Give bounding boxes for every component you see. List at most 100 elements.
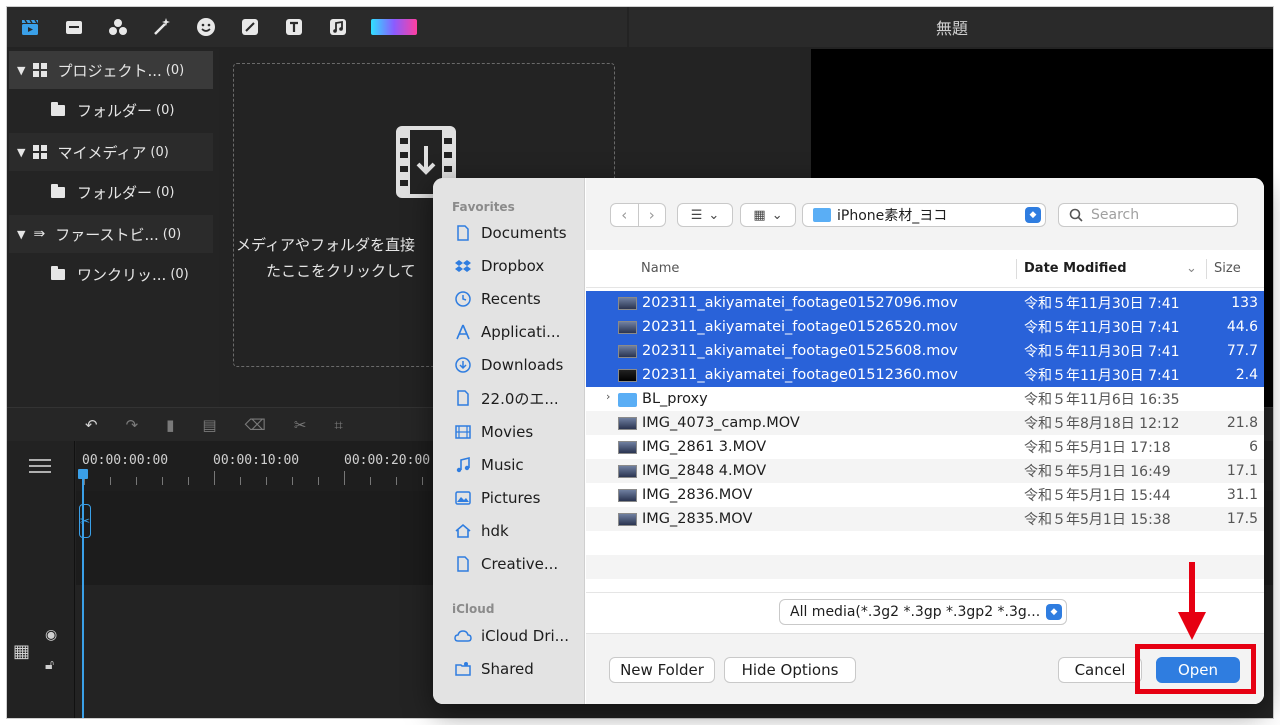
library-item-folder[interactable]: フォルダー (0) (9, 91, 213, 129)
cut-icon[interactable]: ✂ (294, 416, 307, 434)
video-thumbnail-icon (618, 369, 637, 382)
trash-icon[interactable]: ⌫ (245, 416, 266, 434)
hide-options-button[interactable]: Hide Options (724, 657, 856, 683)
sticker-icon[interactable] (195, 16, 217, 38)
column-date-modified[interactable]: Date Modified (1024, 261, 1127, 276)
back-icon[interactable]: ‹ (611, 206, 638, 224)
redo-icon[interactable]: ↷ (126, 416, 139, 434)
forward-icon[interactable]: › (638, 206, 665, 224)
file-row[interactable]: IMG_2848 4.MOV 令和５年5月1日 16:49 17.1 (586, 459, 1264, 483)
file-list-header: Name Date Modified ⌄ Size (586, 250, 1264, 288)
arrow-icon: ⇛ (33, 226, 46, 242)
folder-row[interactable]: › BL_proxy 令和５年11月6日 16:35 (586, 387, 1264, 411)
file-row[interactable]: IMG_2835.MOV 令和５年5月1日 15:38 17.5 (586, 507, 1264, 531)
undo-icon[interactable]: ↶ (85, 416, 98, 434)
file-name: IMG_2861 3.MOV (642, 439, 767, 455)
sidebar-item-home[interactable]: hdk (453, 518, 509, 544)
file-type-filter[interactable]: All media(*.3g2 *.3gp *.3gp2 *.3g... ◆ (779, 599, 1067, 625)
library-item-folder[interactable]: フォルダー (0) (9, 173, 213, 211)
sidebar-item-label: Shared (481, 660, 534, 678)
sidebar-item-label: Music (481, 456, 524, 474)
sidebar-item-label: Documents (481, 224, 567, 242)
expand-caret-icon[interactable]: ▼ (17, 146, 25, 159)
lock-icon[interactable]: 🔓︎ (45, 657, 54, 673)
playhead-handle[interactable] (78, 469, 88, 479)
library-item-label: フォルダー (77, 183, 153, 202)
crop-icon[interactable]: ⌗ (334, 416, 342, 434)
clock-icon (453, 289, 473, 309)
file-row[interactable]: 202311_akiyamatei_footage01525608.mov 令和… (586, 339, 1264, 363)
file-date: 令和５年5月1日 16:49 (1024, 464, 1171, 480)
column-name[interactable]: Name (641, 261, 679, 276)
list-view-button[interactable]: ☰ ⌄ (677, 203, 733, 227)
sort-chevron-icon[interactable]: ⌄ (1186, 261, 1197, 276)
file-row[interactable]: IMG_2836.MOV 令和５年5月1日 15:44 31.1 (586, 483, 1264, 507)
copy-icon[interactable]: ▤ (202, 416, 216, 434)
clapper-icon[interactable] (19, 16, 41, 38)
sidebar-item-dropbox[interactable]: Dropbox (453, 253, 544, 279)
expand-caret-icon[interactable]: ▼ (17, 64, 25, 77)
effects-icon[interactable] (107, 16, 129, 38)
timecode: 00:00:00:00 (82, 453, 169, 468)
eye-icon[interactable]: ◉ (45, 627, 57, 643)
sidebar-item-applications[interactable]: Applicati... (453, 319, 560, 345)
location-popup[interactable]: iPhone素材_ヨコ ◆ (802, 203, 1046, 227)
file-date: 令和５年11月30日 7:41 (1024, 320, 1180, 336)
split-marker-icon[interactable]: ✂ (79, 504, 91, 538)
music-icon[interactable] (327, 16, 349, 38)
sidebar-item-folder-22[interactable]: 22.0のエ... (453, 385, 559, 411)
menu-icon[interactable] (29, 459, 51, 473)
new-folder-button[interactable]: New Folder (609, 657, 715, 683)
library-item-one-click[interactable]: ワンクリッ... (0) (9, 255, 213, 293)
highlight-box (1135, 644, 1256, 694)
icon-view-button[interactable]: ▦ ⌄ (740, 203, 796, 227)
transition-icon[interactable] (239, 16, 261, 38)
video-thumbnail-icon (618, 345, 637, 358)
file-row[interactable]: 202311_akiyamatei_footage01512360.mov 令和… (586, 363, 1264, 387)
disclosure-chevron-icon[interactable]: › (606, 390, 610, 403)
media-icon[interactable] (63, 16, 85, 38)
file-row[interactable]: 202311_akiyamatei_footage01527096.mov 令和… (586, 291, 1264, 315)
library-item-first-view[interactable]: ▼ ⇛ ファーストビ... (0) (9, 215, 213, 253)
magic-icon[interactable] (151, 16, 173, 38)
sidebar-item-recents[interactable]: Recents (453, 286, 541, 312)
sidebar-item-label: Applicati... (481, 323, 561, 341)
delete-icon[interactable]: ▮ (166, 416, 174, 434)
ruler-tick (136, 477, 137, 485)
sidebar-item-documents[interactable]: Documents (453, 220, 567, 246)
grid-view-icon: ▦ (753, 207, 766, 223)
column-size[interactable]: Size (1214, 261, 1241, 276)
timecode: 00:00:10:00 (213, 453, 300, 468)
library-item-my-media[interactable]: ▼ マイメディア (0) (9, 133, 213, 171)
grid-icon (33, 63, 48, 77)
file-row[interactable]: IMG_2861 3.MOV 令和５年5月1日 17:18 6 (586, 435, 1264, 459)
file-date: 令和５年11月6日 16:35 (1024, 392, 1180, 408)
color-icon[interactable] (371, 16, 417, 38)
sidebar-item-pictures[interactable]: Pictures (453, 485, 540, 511)
file-row[interactable]: 202311_akiyamatei_footage01526520.mov 令和… (586, 315, 1264, 339)
library-item-count: (0) (150, 144, 169, 160)
sidebar-item-music[interactable]: Music (453, 452, 524, 478)
sidebar-item-creative[interactable]: Creative... (453, 551, 558, 577)
file-size: 133 (1231, 295, 1258, 311)
sidebar-item-icloud-drive[interactable]: iCloud Dri... (453, 623, 569, 649)
cancel-button[interactable]: Cancel (1058, 657, 1142, 683)
file-list: 202311_akiyamatei_footage01527096.mov 令和… (586, 289, 1264, 599)
expand-caret-icon[interactable]: ▼ (17, 228, 25, 241)
library-item-project[interactable]: ▼ プロジェクト... (0) (9, 51, 213, 89)
sidebar-item-downloads[interactable]: Downloads (453, 352, 563, 378)
file-name: IMG_2835.MOV (642, 511, 753, 527)
video-thumbnail-icon (618, 441, 637, 454)
dialog-main: ‹ › ☰ ⌄ ▦ ⌄ iPhone素材_ヨコ ◆ Search Name Da… (586, 178, 1264, 704)
search-field[interactable]: Search (1058, 203, 1238, 227)
file-row[interactable]: IMG_4073_camp.MOV 令和５年8月18日 12:12 21.8 (586, 411, 1264, 435)
dialog-toolbar: ‹ › ☰ ⌄ ▦ ⌄ iPhone素材_ヨコ ◆ Search (586, 178, 1264, 250)
icloud-heading: iCloud (452, 602, 495, 616)
folder-icon (618, 393, 637, 407)
music-note-icon (453, 455, 473, 475)
text-icon[interactable] (283, 16, 305, 38)
sidebar-item-shared[interactable]: Shared (453, 656, 534, 682)
sidebar-item-movies[interactable]: Movies (453, 419, 533, 445)
document-icon (453, 223, 473, 243)
list-icon: ☰ (690, 207, 703, 223)
